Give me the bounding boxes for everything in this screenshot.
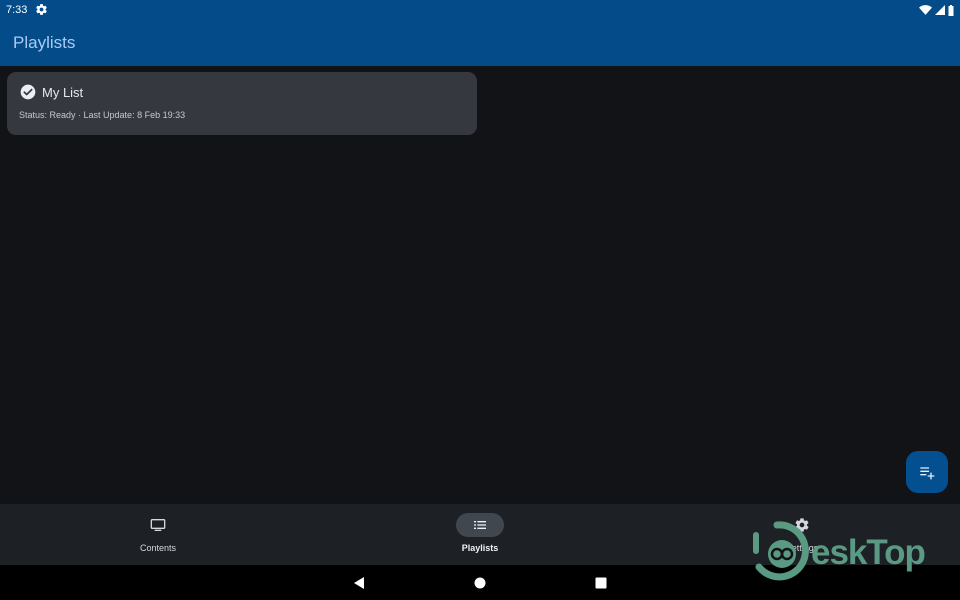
app-bar: Playlists [0, 20, 960, 66]
add-playlist-button[interactable] [906, 451, 948, 493]
back-icon[interactable] [352, 576, 366, 590]
playlist-name: My List [42, 85, 84, 100]
watermark-logo: eskTop [753, 519, 943, 583]
playlist-add-icon [920, 467, 935, 480]
wifi-icon [919, 5, 932, 15]
nav-active-indicator [456, 513, 504, 537]
nav-icon-container [134, 513, 182, 537]
nav-item-contents[interactable]: Contents [98, 504, 218, 565]
settings-icon [36, 4, 47, 15]
watermark-text: eskTop [811, 533, 926, 572]
nav-item-playlists[interactable]: Playlists [420, 504, 540, 565]
playlist-card[interactable]: My List Status: Ready · Last Update: 8 F… [7, 72, 477, 135]
logo-icon [753, 521, 809, 581]
status-bar: 7:33 [0, 0, 960, 20]
check-circle-icon [20, 84, 36, 100]
status-icons [919, 4, 954, 16]
playlist-status: Status: Ready · Last Update: 8 Feb 19:33 [19, 110, 186, 120]
app-screen: 7:33 Playlists My List Status: Ready · L… [0, 0, 960, 600]
signal-icon [935, 5, 945, 15]
tv-icon [150, 519, 166, 531]
status-time: 7:33 [6, 4, 28, 16]
battery-icon [948, 4, 954, 16]
home-icon[interactable] [473, 576, 487, 590]
recents-icon[interactable] [594, 576, 608, 590]
nav-label-contents: Contents [139, 543, 177, 553]
nav-label-playlists: Playlists [461, 543, 499, 553]
page-title: Playlists [13, 33, 76, 52]
list-icon [474, 521, 486, 529]
